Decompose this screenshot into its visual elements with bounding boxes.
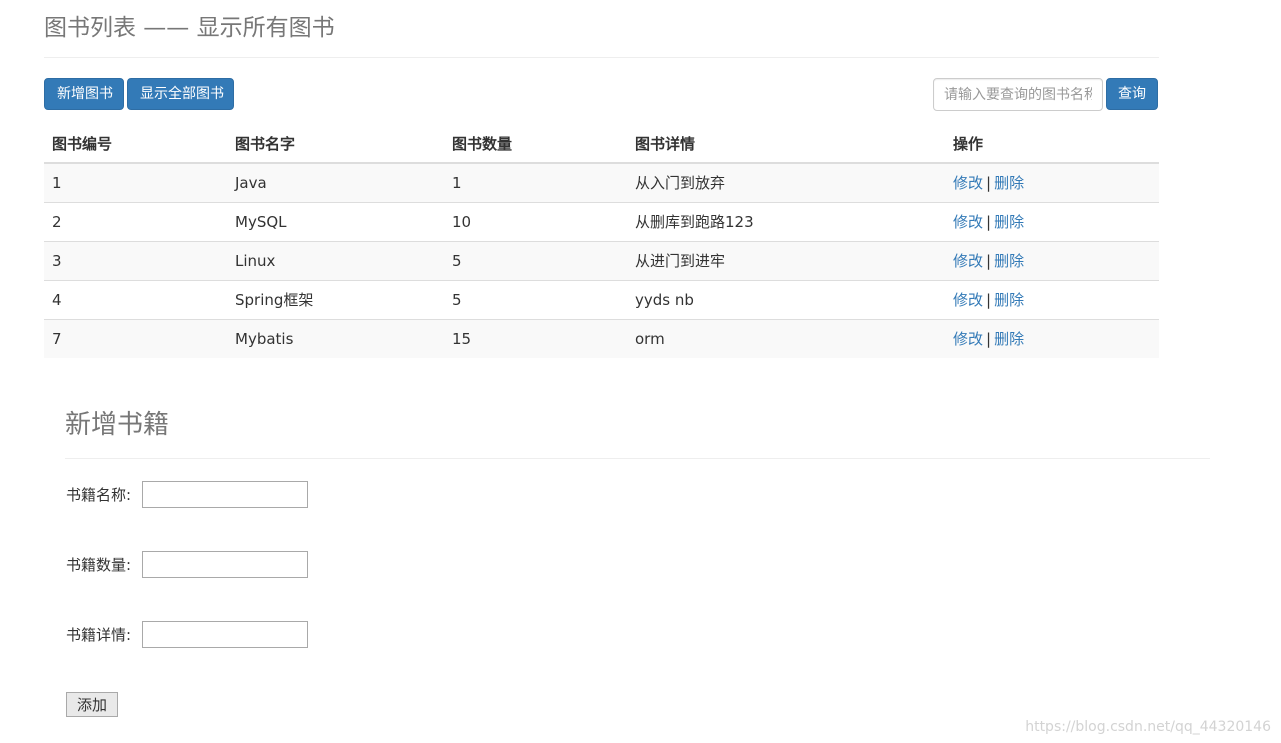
show-all-books-button[interactable]: 显示全部图书 — [127, 78, 234, 110]
book-count-label: 书籍数量: — [66, 556, 132, 574]
add-book-form-header: 新增书籍 — [65, 402, 1210, 459]
column-header-detail: 图书详情 — [627, 124, 945, 164]
cell-id: 1 — [44, 162, 227, 202]
column-header-count: 图书数量 — [444, 124, 627, 164]
edit-link[interactable]: 修改 — [953, 252, 983, 270]
table-row: 4 Spring框架 5 yyds nb 修改 | 删除 — [44, 279, 1159, 319]
cell-actions: 修改 | 删除 — [945, 279, 1159, 319]
watermark: https://blog.csdn.net/qq_44320146 — [1025, 719, 1271, 735]
column-header-id: 图书编号 — [44, 124, 227, 164]
action-separator: | — [986, 174, 992, 193]
action-separator: | — [986, 252, 992, 270]
edit-link[interactable]: 修改 — [953, 174, 983, 192]
query-button[interactable]: 查询 — [1106, 78, 1158, 110]
cell-detail: 从删库到跑路123 — [627, 201, 945, 241]
cell-detail: yyds nb — [627, 279, 945, 319]
add-book-button[interactable]: 新增图书 — [44, 78, 124, 110]
form-title: 新增书籍 — [65, 410, 170, 440]
cell-detail: 从进门到进牢 — [627, 240, 945, 280]
book-name-label: 书籍名称: — [66, 486, 132, 504]
table-header: 图书编号 图书名字 图书数量 图书详情 操作 — [44, 124, 1159, 164]
cell-actions: 修改 | 删除 — [945, 318, 1159, 358]
cell-actions: 修改 | 删除 — [945, 240, 1159, 280]
delete-link[interactable]: 删除 — [994, 252, 1024, 270]
edit-link[interactable]: 修改 — [953, 330, 983, 348]
cell-count: 5 — [444, 279, 627, 319]
books-table: 图书编号 图书名字 图书数量 图书详情 操作 1 Java 1 从入门到放弃 修… — [44, 124, 1159, 358]
cell-name: Linux — [227, 240, 444, 280]
book-name-input[interactable] — [142, 481, 308, 508]
edit-link[interactable]: 修改 — [953, 291, 983, 309]
cell-actions: 修改 | 删除 — [945, 201, 1159, 241]
cell-count: 1 — [444, 162, 627, 202]
cell-id: 2 — [44, 201, 227, 241]
cell-id: 3 — [44, 240, 227, 280]
delete-link[interactable]: 删除 — [994, 330, 1024, 348]
cell-name: Spring框架 — [227, 279, 444, 319]
cell-detail: 从入门到放弃 — [627, 162, 945, 202]
cell-id: 7 — [44, 318, 227, 358]
table-row: 1 Java 1 从入门到放弃 修改 | 删除 — [44, 162, 1159, 202]
submit-add-button[interactable]: 添加 — [66, 692, 118, 717]
form-row-book-detail: 书籍详情: — [66, 621, 308, 648]
cell-count: 10 — [444, 201, 627, 241]
delete-link[interactable]: 删除 — [994, 213, 1024, 231]
edit-link[interactable]: 修改 — [953, 213, 983, 231]
cell-count: 15 — [444, 318, 627, 358]
page-title: 图书列表 —— 显示所有图书 — [44, 15, 335, 41]
book-count-input[interactable] — [142, 551, 308, 578]
column-header-name: 图书名字 — [227, 124, 444, 164]
cell-count: 5 — [444, 240, 627, 280]
table-row: 3 Linux 5 从进门到进牢 修改 | 删除 — [44, 240, 1159, 280]
column-header-actions: 操作 — [945, 124, 1159, 164]
search-input[interactable] — [933, 78, 1103, 111]
delete-link[interactable]: 删除 — [994, 174, 1024, 192]
action-separator: | — [986, 330, 992, 349]
page-header: 图书列表 —— 显示所有图书 — [44, 12, 1159, 58]
form-row-book-count: 书籍数量: — [66, 551, 308, 578]
table-row: 7 Mybatis 15 orm 修改 | 删除 — [44, 318, 1159, 358]
cell-id: 4 — [44, 279, 227, 319]
form-row-book-name: 书籍名称: — [66, 481, 308, 508]
delete-link[interactable]: 删除 — [994, 291, 1024, 309]
cell-name: Mybatis — [227, 318, 444, 358]
table-row: 2 MySQL 10 从删库到跑路123 修改 | 删除 — [44, 201, 1159, 241]
action-separator: | — [986, 213, 992, 231]
cell-name: Java — [227, 162, 444, 202]
cell-actions: 修改 | 删除 — [945, 162, 1159, 202]
book-detail-input[interactable] — [142, 621, 308, 648]
cell-detail: orm — [627, 318, 945, 358]
action-separator: | — [986, 291, 992, 309]
book-detail-label: 书籍详情: — [66, 626, 132, 644]
cell-name: MySQL — [227, 201, 444, 241]
